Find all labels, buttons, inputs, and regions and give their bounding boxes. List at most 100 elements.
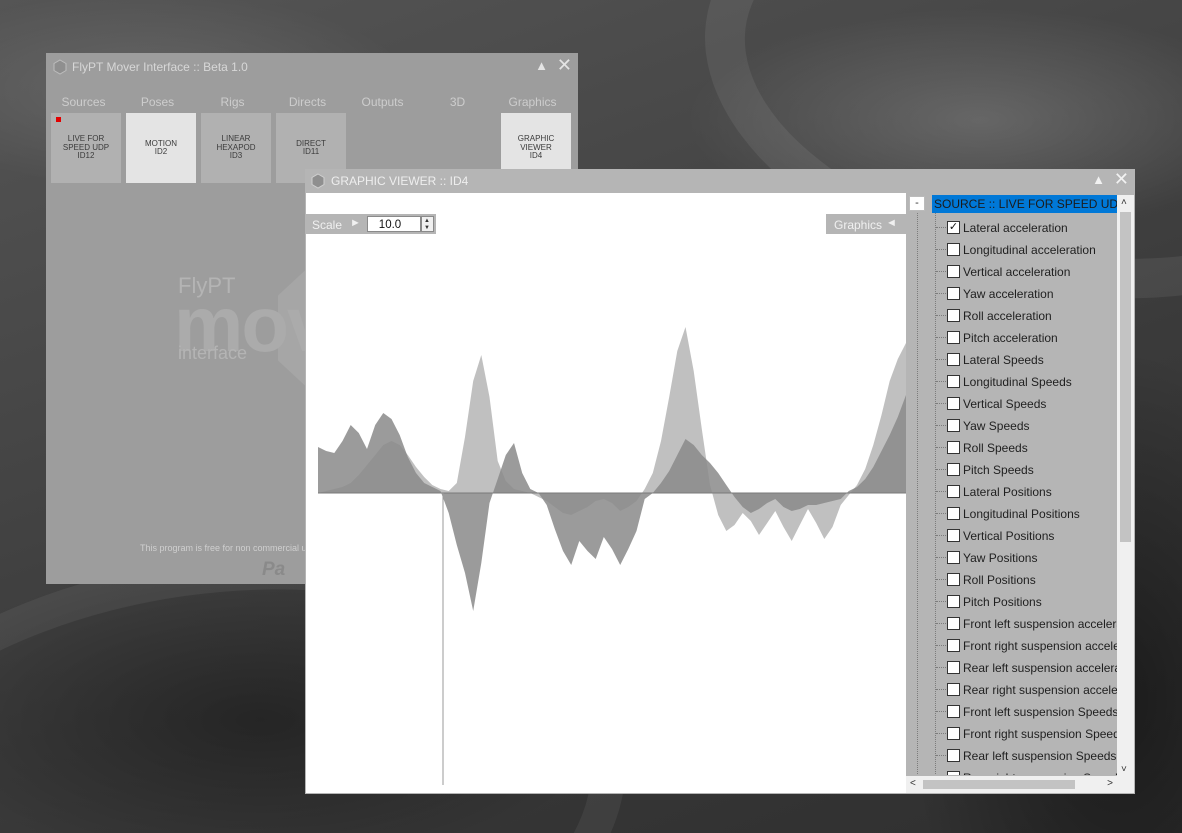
channel-checkbox[interactable] — [947, 375, 960, 388]
tab-graphics[interactable]: Graphics — [495, 95, 570, 109]
channel-item[interactable]: Vertical Speeds — [936, 393, 1117, 415]
channel-checkbox[interactable] — [947, 441, 960, 454]
tab-poses[interactable]: Poses — [120, 95, 195, 109]
channel-label: Roll Speeds — [963, 441, 1028, 455]
channel-checkbox[interactable] — [947, 331, 960, 344]
tab-3d[interactable]: 3D — [420, 95, 495, 109]
tab-sources[interactable]: Sources — [46, 95, 121, 109]
channel-checkbox[interactable] — [947, 617, 960, 630]
channel-checkbox[interactable] — [947, 595, 960, 608]
chevron-down-icon[interactable]: ˅ — [1121, 764, 1127, 775]
scrollbar-thumb[interactable] — [1120, 212, 1131, 542]
maximize-icon[interactable]: ▲ — [535, 58, 548, 73]
graphics-collapse-icon[interactable]: ◄ — [886, 217, 897, 229]
channel-checkbox[interactable] — [947, 309, 960, 322]
channel-checkbox[interactable] — [947, 661, 960, 674]
tree-connector — [936, 425, 946, 426]
scroll-corner — [1117, 776, 1134, 793]
channel-item[interactable]: Longitudinal Positions — [936, 503, 1117, 525]
tree-guide-line — [917, 213, 918, 775]
chevron-right-icon[interactable]: > — [1107, 778, 1113, 789]
chevron-left-icon[interactable]: < — [910, 778, 916, 789]
tree-connector — [936, 711, 946, 712]
channel-label: Front right suspension Speeds — [963, 727, 1117, 741]
channel-item[interactable]: Front left suspension acceleration — [936, 613, 1117, 635]
channel-item[interactable]: Lateral Positions — [936, 481, 1117, 503]
tab-directs[interactable]: Directs — [270, 95, 345, 109]
chevron-up-icon[interactable]: ˄ — [1121, 197, 1127, 208]
channel-checkbox[interactable] — [947, 771, 960, 775]
channel-checkbox[interactable] — [947, 639, 960, 652]
card-line: ID4 — [529, 151, 543, 161]
channel-label: Longitudinal Positions — [963, 507, 1080, 521]
channel-checkbox[interactable] — [947, 265, 960, 278]
maximize-icon[interactable]: ▲ — [1092, 172, 1105, 187]
channel-item[interactable]: Yaw Positions — [936, 547, 1117, 569]
channel-checkbox[interactable] — [947, 353, 960, 366]
channel-checkbox[interactable] — [947, 485, 960, 498]
source-card-live-for-speed[interactable]: LIVE FOR SPEED UDP ID12 — [51, 113, 121, 183]
channel-item[interactable]: Lateral Speeds — [936, 349, 1117, 371]
rig-card-linear-hexapod[interactable]: LINEAR HEXAPOD ID3 — [201, 113, 271, 183]
channel-item[interactable]: Front right suspension acceleration — [936, 635, 1117, 657]
channel-checkbox[interactable] — [947, 397, 960, 410]
channel-item[interactable]: Pitch acceleration — [936, 327, 1117, 349]
channel-checkbox[interactable] — [947, 573, 960, 586]
scale-stepper[interactable]: ▲ ▼ — [421, 216, 434, 232]
channel-item[interactable]: Pitch Speeds — [936, 459, 1117, 481]
channel-checkbox[interactable] — [947, 529, 960, 542]
scale-expand-icon[interactable]: ► — [350, 217, 361, 229]
tree-root-source[interactable]: SOURCE :: LIVE FOR SPEED UDP :: — [932, 195, 1117, 213]
channel-item[interactable]: Roll Positions — [936, 569, 1117, 591]
brand-line3: interface — [178, 343, 248, 363]
channel-checkbox[interactable] — [947, 287, 960, 300]
viewer-titlebar[interactable]: GRAPHIC VIEWER :: ID4 ▲ ✕ — [305, 169, 1135, 193]
scale-input[interactable]: 10.0 — [367, 216, 421, 232]
channel-item[interactable]: Pitch Positions — [936, 591, 1117, 613]
stepper-down-icon[interactable]: ▼ — [424, 225, 430, 231]
tree-connector — [936, 447, 946, 448]
card-line: ID11 — [302, 147, 320, 156]
channel-checkbox[interactable] — [947, 507, 960, 520]
channel-item[interactable]: Yaw acceleration — [936, 283, 1117, 305]
channel-item[interactable]: Roll Speeds — [936, 437, 1117, 459]
channel-item[interactable]: ✓ Lateral acceleration — [936, 217, 1117, 239]
channel-checkbox[interactable] — [947, 419, 960, 432]
channel-checkbox[interactable]: ✓ — [947, 221, 960, 234]
graphics-control[interactable]: Graphics ◄ — [826, 214, 906, 234]
channel-checkbox[interactable] — [947, 727, 960, 740]
channel-item[interactable]: Front right suspension Speeds — [936, 723, 1117, 745]
tab-rigs[interactable]: Rigs — [195, 95, 270, 109]
channel-item[interactable]: Roll acceleration — [936, 305, 1117, 327]
channel-item[interactable]: Rear right suspension acceleration — [936, 679, 1117, 701]
channel-checkbox[interactable] — [947, 683, 960, 696]
channel-label: Rear right suspension acceleration — [963, 683, 1117, 697]
channel-item[interactable]: Yaw Speeds — [936, 415, 1117, 437]
channel-item[interactable]: Rear left suspension acceleration — [936, 657, 1117, 679]
channel-item[interactable]: Front left suspension Speeds — [936, 701, 1117, 723]
scrollbar-thumb[interactable] — [923, 780, 1075, 789]
channel-item[interactable]: Longitudinal acceleration — [936, 239, 1117, 261]
channel-item[interactable]: Rear right suspension Speeds — [936, 767, 1117, 775]
channel-checkbox[interactable] — [947, 463, 960, 476]
channel-label: Roll Positions — [963, 573, 1036, 587]
main-titlebar[interactable]: FlyPT Mover Interface :: Beta 1.0 ▲ ✕ — [46, 53, 578, 81]
horizontal-scrollbar[interactable]: < > — [906, 776, 1117, 793]
channel-checkbox[interactable] — [947, 551, 960, 564]
vertical-scrollbar[interactable]: ˄ ˅ — [1117, 195, 1134, 777]
channel-checkbox[interactable] — [947, 705, 960, 718]
tab-outputs[interactable]: Outputs — [345, 95, 420, 109]
close-icon[interactable]: ✕ — [557, 55, 572, 76]
graphics-label: Graphics — [834, 218, 883, 232]
channel-checkbox[interactable] — [947, 243, 960, 256]
close-icon[interactable]: ✕ — [1114, 169, 1129, 190]
paypal-logo[interactable]: Pa — [262, 559, 285, 581]
stepper-up-icon[interactable]: ▲ — [424, 218, 430, 224]
flypt-logo-icon — [311, 173, 325, 189]
channel-checkbox[interactable] — [947, 749, 960, 762]
pose-card-motion[interactable]: MOTION ID2 — [126, 113, 196, 183]
channel-item[interactable]: Vertical Positions — [936, 525, 1117, 547]
channel-item[interactable]: Longitudinal Speeds — [936, 371, 1117, 393]
channel-item[interactable]: Rear left suspension Speeds — [936, 745, 1117, 767]
channel-item[interactable]: Vertical acceleration — [936, 261, 1117, 283]
